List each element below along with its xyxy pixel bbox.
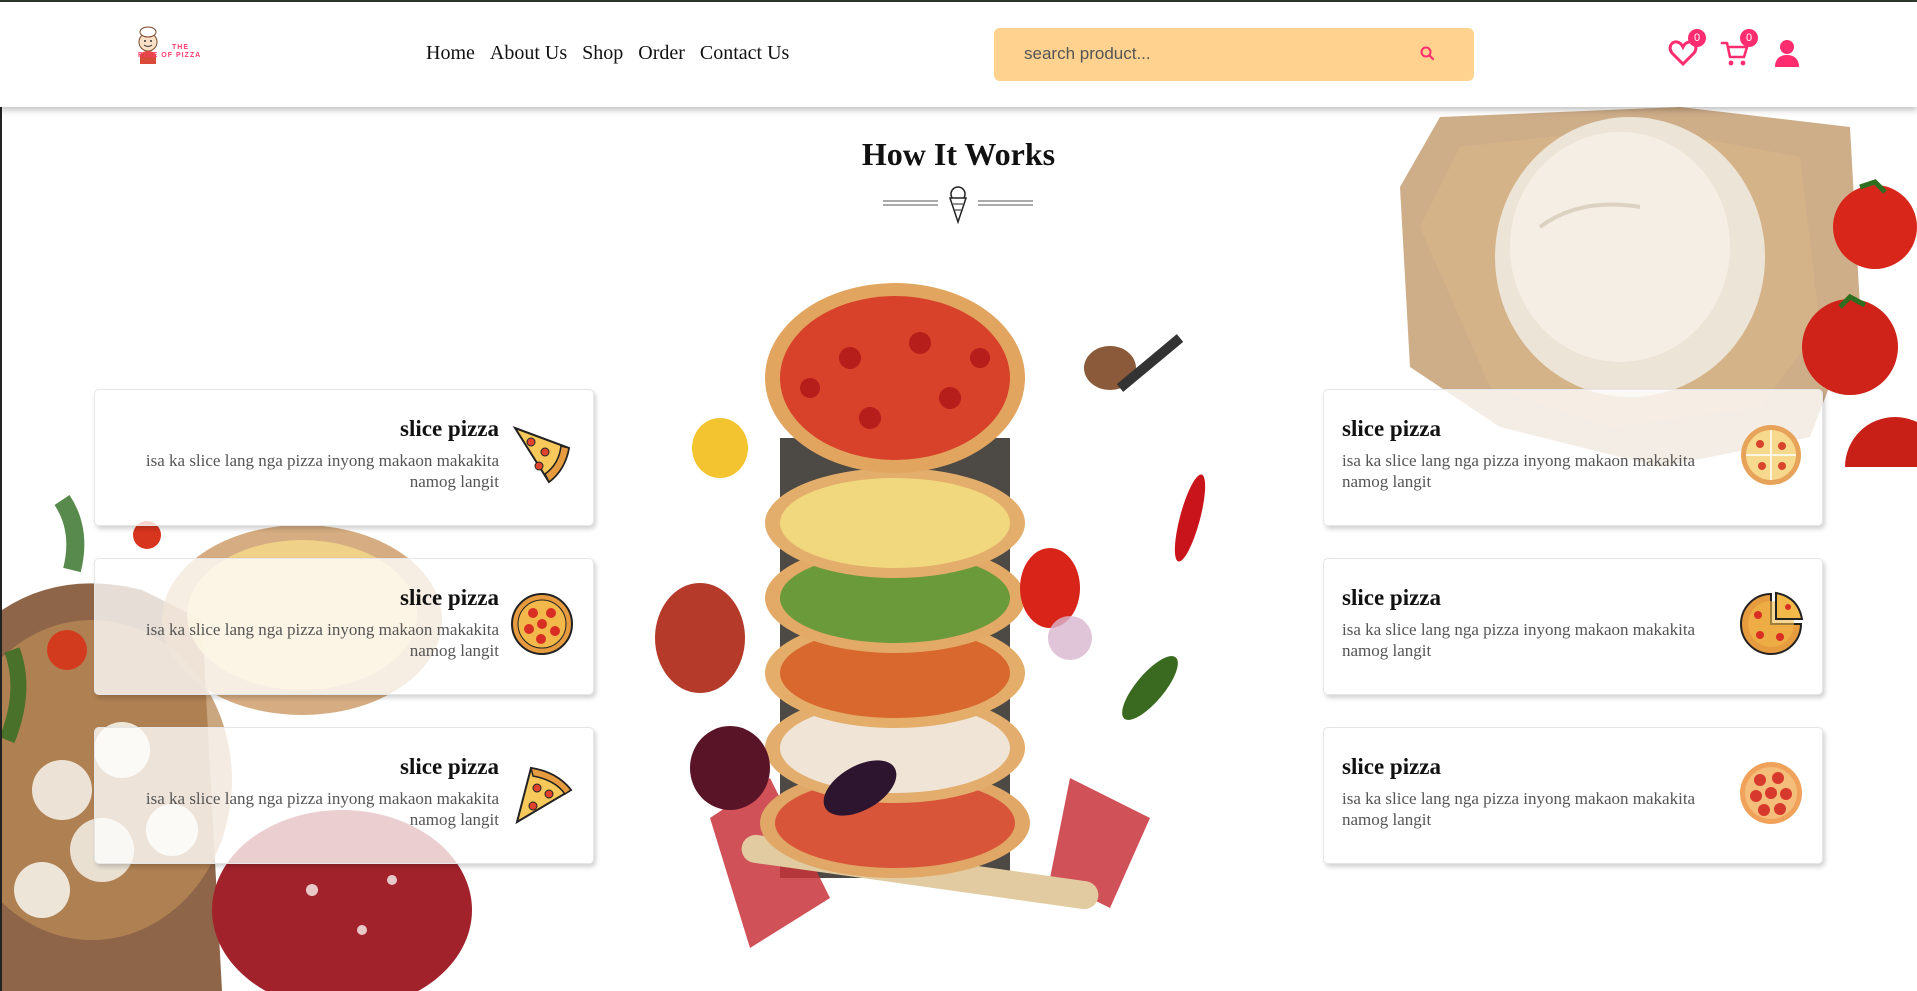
search-bar <box>994 28 1474 81</box>
ice-cream-divider-icon <box>883 186 1033 225</box>
card-text: isa ka slice lang nga pizza inyong makao… <box>1342 789 1696 829</box>
site-header: THE RISE OF PIZZA Home About Us Shop Ord… <box>0 2 1917 107</box>
pizza-slice-icon <box>512 426 571 484</box>
account-button[interactable] <box>1772 38 1802 68</box>
card-title: slice pizza <box>400 754 499 779</box>
user-icon <box>1775 40 1799 67</box>
card-title: slice pizza <box>400 416 499 441</box>
whole-pizza-icon <box>511 593 573 655</box>
search-icon[interactable] <box>1418 44 1438 64</box>
cart-count-badge: 0 <box>1740 29 1758 47</box>
pizza-slice-icon <box>515 766 573 825</box>
pizza-stack-illustration <box>655 283 1206 948</box>
card-text: isa ka slice lang nga pizza inyong makao… <box>1342 451 1696 491</box>
card-text: isa ka slice lang nga pizza inyong makao… <box>145 620 499 660</box>
nav-contact-us[interactable]: Contact Us <box>700 42 789 65</box>
card-text: isa ka slice lang nga pizza inyong makao… <box>145 451 499 491</box>
nav-shop[interactable]: Shop <box>582 42 623 65</box>
wishlist-count-badge: 0 <box>1688 29 1706 47</box>
section-title: How It Works <box>861 136 1056 172</box>
pizza-missing-slice-icon <box>1740 591 1804 655</box>
card-title: slice pizza <box>1342 585 1441 610</box>
step-card-left-3: slice pizza isa ka slice lang nga pizza … <box>94 727 594 864</box>
wishlist-button[interactable]: 0 <box>1668 29 1706 68</box>
logo-text: THE RISE OF PIZZA <box>138 44 202 59</box>
step-card-left-2: slice pizza isa ka slice lang nga pizza … <box>94 558 594 695</box>
step-card-right-1: slice pizza isa ka slice lang nga pizza … <box>1323 389 1823 526</box>
card-title: slice pizza <box>1342 754 1441 779</box>
search-input[interactable] <box>1024 42 1404 66</box>
card-text: isa ka slice lang nga pizza inyong makao… <box>145 789 499 829</box>
nav-order[interactable]: Order <box>638 42 685 65</box>
site-logo[interactable]: THE RISE OF PIZZA <box>134 24 220 68</box>
card-text: isa ka slice lang nga pizza inyong makao… <box>1342 620 1696 660</box>
nav-about-us[interactable]: About Us <box>490 42 567 65</box>
nav-home[interactable]: Home <box>426 42 475 65</box>
step-card-left-1: slice pizza isa ka slice lang nga pizza … <box>94 389 594 526</box>
cart-button[interactable]: 0 <box>1720 29 1758 68</box>
card-title: slice pizza <box>1342 416 1441 441</box>
card-title: slice pizza <box>400 585 499 610</box>
pepperoni-pizza-icon <box>1740 762 1802 824</box>
main-nav: Home About Us Shop Order Contact Us <box>426 42 789 65</box>
step-card-right-3: slice pizza isa ka slice lang nga pizza … <box>1323 727 1823 864</box>
whole-pizza-icon <box>1741 425 1801 485</box>
step-card-right-2: slice pizza isa ka slice lang nga pizza … <box>1323 558 1823 695</box>
